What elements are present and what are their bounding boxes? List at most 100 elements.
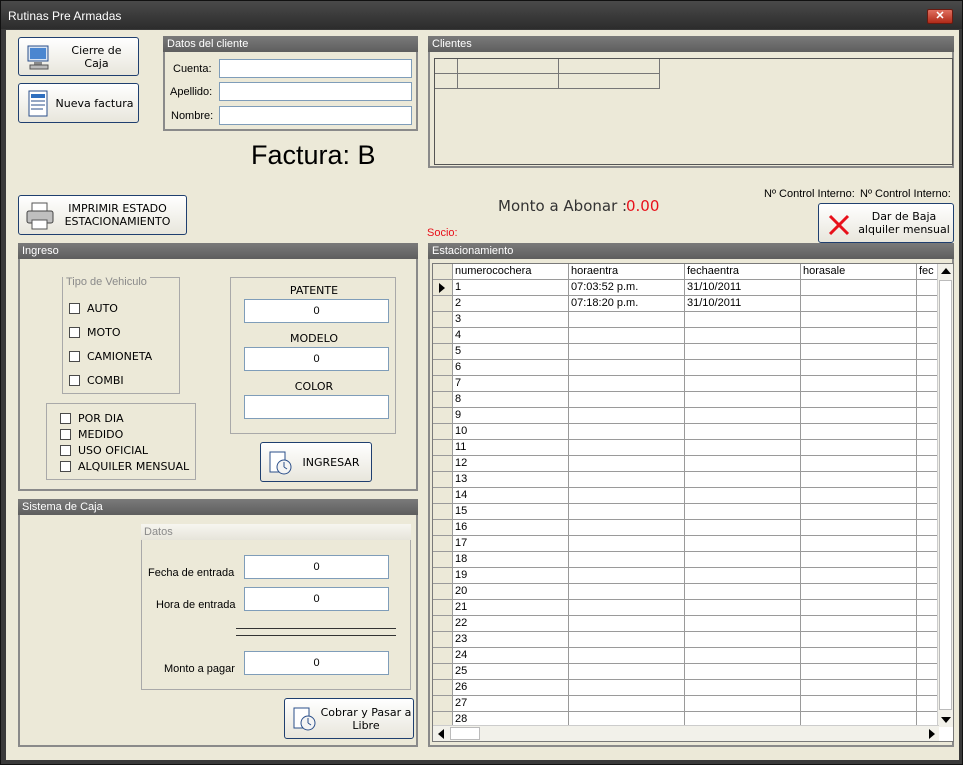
table-row[interactable]: 13	[433, 472, 939, 488]
checkbox-camioneta[interactable]: CAMIONETA	[69, 350, 152, 363]
table-cell[interactable]	[801, 472, 917, 488]
table-cell[interactable]	[917, 616, 939, 632]
table-cell[interactable]	[685, 376, 801, 392]
table-cell[interactable]: 11	[453, 440, 569, 456]
scroll-left-icon[interactable]	[438, 729, 444, 739]
table-cell[interactable]	[801, 680, 917, 696]
table-cell[interactable]	[801, 424, 917, 440]
table-cell[interactable]	[917, 344, 939, 360]
hora-entrada-input[interactable]: 0	[244, 587, 389, 611]
table-cell[interactable]	[685, 424, 801, 440]
table-cell[interactable]	[917, 664, 939, 680]
table-cell[interactable]: 31/10/2011	[685, 296, 801, 312]
table-cell[interactable]: 25	[453, 664, 569, 680]
row-selector[interactable]	[433, 488, 453, 504]
checkbox-combi[interactable]: COMBI	[69, 374, 124, 387]
table-cell[interactable]	[801, 600, 917, 616]
checkbox-box[interactable]	[69, 327, 80, 338]
table-cell[interactable]	[685, 584, 801, 600]
table-cell[interactable]	[685, 664, 801, 680]
table-cell[interactable]: 10	[453, 424, 569, 440]
table-cell[interactable]	[569, 408, 685, 424]
table-cell[interactable]	[917, 504, 939, 520]
checkbox-box[interactable]	[60, 461, 71, 472]
table-cell[interactable]: 19	[453, 568, 569, 584]
table-cell[interactable]: 4	[453, 328, 569, 344]
table-cell[interactable]: 12	[453, 456, 569, 472]
table-cell[interactable]	[801, 536, 917, 552]
table-cell[interactable]	[917, 360, 939, 376]
row-selector[interactable]	[433, 296, 453, 312]
dar-baja-button[interactable]: Dar de Baja alquiler mensual	[818, 203, 954, 243]
table-cell[interactable]: 16	[453, 520, 569, 536]
checkbox-uso-oficial[interactable]: USO OFICIAL	[60, 444, 148, 457]
table-cell[interactable]	[801, 296, 917, 312]
table-cell[interactable]: 8	[453, 392, 569, 408]
table-cell[interactable]	[569, 552, 685, 568]
table-cell[interactable]	[569, 440, 685, 456]
table-cell[interactable]	[801, 520, 917, 536]
table-cell[interactable]: 9	[453, 408, 569, 424]
table-cell[interactable]	[917, 584, 939, 600]
table-cell[interactable]	[569, 360, 685, 376]
table-cell[interactable]: 21	[453, 600, 569, 616]
estacionamiento-grid[interactable]: numerocochera horaentra fechaentra horasale…	[432, 263, 954, 742]
table-cell[interactable]	[917, 632, 939, 648]
table-row[interactable]: 5	[433, 344, 939, 360]
table-cell[interactable]	[917, 600, 939, 616]
table-row[interactable]: 3	[433, 312, 939, 328]
table-cell[interactable]	[569, 456, 685, 472]
table-cell[interactable]	[685, 648, 801, 664]
scroll-up-icon[interactable]	[941, 268, 951, 274]
table-cell[interactable]	[685, 328, 801, 344]
checkbox-box[interactable]	[60, 445, 71, 456]
row-selector[interactable]	[433, 360, 453, 376]
table-cell[interactable]	[569, 696, 685, 712]
table-cell[interactable]: 26	[453, 680, 569, 696]
clientes-grid[interactable]	[434, 58, 953, 165]
table-cell[interactable]	[917, 408, 939, 424]
table-cell[interactable]	[801, 568, 917, 584]
table-cell[interactable]	[569, 328, 685, 344]
fecha-entrada-input[interactable]: 0	[244, 555, 389, 579]
table-cell[interactable]: 24	[453, 648, 569, 664]
row-selector[interactable]	[433, 584, 453, 600]
table-cell[interactable]	[569, 664, 685, 680]
table-row[interactable]: 25	[433, 664, 939, 680]
table-row[interactable]: 23	[433, 632, 939, 648]
nombre-input[interactable]	[219, 106, 412, 125]
table-cell[interactable]	[801, 312, 917, 328]
table-cell[interactable]	[917, 312, 939, 328]
patente-input[interactable]: 0	[244, 299, 389, 323]
table-cell[interactable]	[801, 696, 917, 712]
table-cell[interactable]	[685, 456, 801, 472]
table-cell[interactable]	[685, 616, 801, 632]
cuenta-input[interactable]	[219, 59, 412, 78]
column-header[interactable]: fechaentra	[685, 264, 801, 280]
table-cell[interactable]	[917, 440, 939, 456]
table-cell[interactable]: 22	[453, 616, 569, 632]
apellido-input[interactable]	[219, 82, 412, 101]
ingresar-button[interactable]: INGRESAR	[260, 442, 372, 482]
table-cell[interactable]	[917, 328, 939, 344]
checkbox-box[interactable]	[69, 375, 80, 386]
table-cell[interactable]: 2	[453, 296, 569, 312]
table-cell[interactable]	[685, 472, 801, 488]
table-cell[interactable]: 7	[453, 376, 569, 392]
table-cell[interactable]	[801, 360, 917, 376]
table-cell[interactable]	[685, 696, 801, 712]
checkbox-alquiler-mensual[interactable]: ALQUILER MENSUAL	[60, 460, 189, 473]
table-cell[interactable]	[801, 440, 917, 456]
row-selector[interactable]	[433, 344, 453, 360]
table-cell[interactable]	[569, 584, 685, 600]
table-cell[interactable]: 18	[453, 552, 569, 568]
table-cell[interactable]	[801, 648, 917, 664]
row-selector[interactable]	[433, 552, 453, 568]
row-selector[interactable]	[433, 632, 453, 648]
horizontal-scrollbar[interactable]	[433, 725, 939, 741]
table-cell[interactable]: 13	[453, 472, 569, 488]
table-cell[interactable]	[569, 392, 685, 408]
imprimir-estado-button[interactable]: IMPRIMIR ESTADO ESTACIONAMIENTO	[18, 195, 187, 235]
table-cell[interactable]	[801, 488, 917, 504]
table-row[interactable]: 21	[433, 600, 939, 616]
